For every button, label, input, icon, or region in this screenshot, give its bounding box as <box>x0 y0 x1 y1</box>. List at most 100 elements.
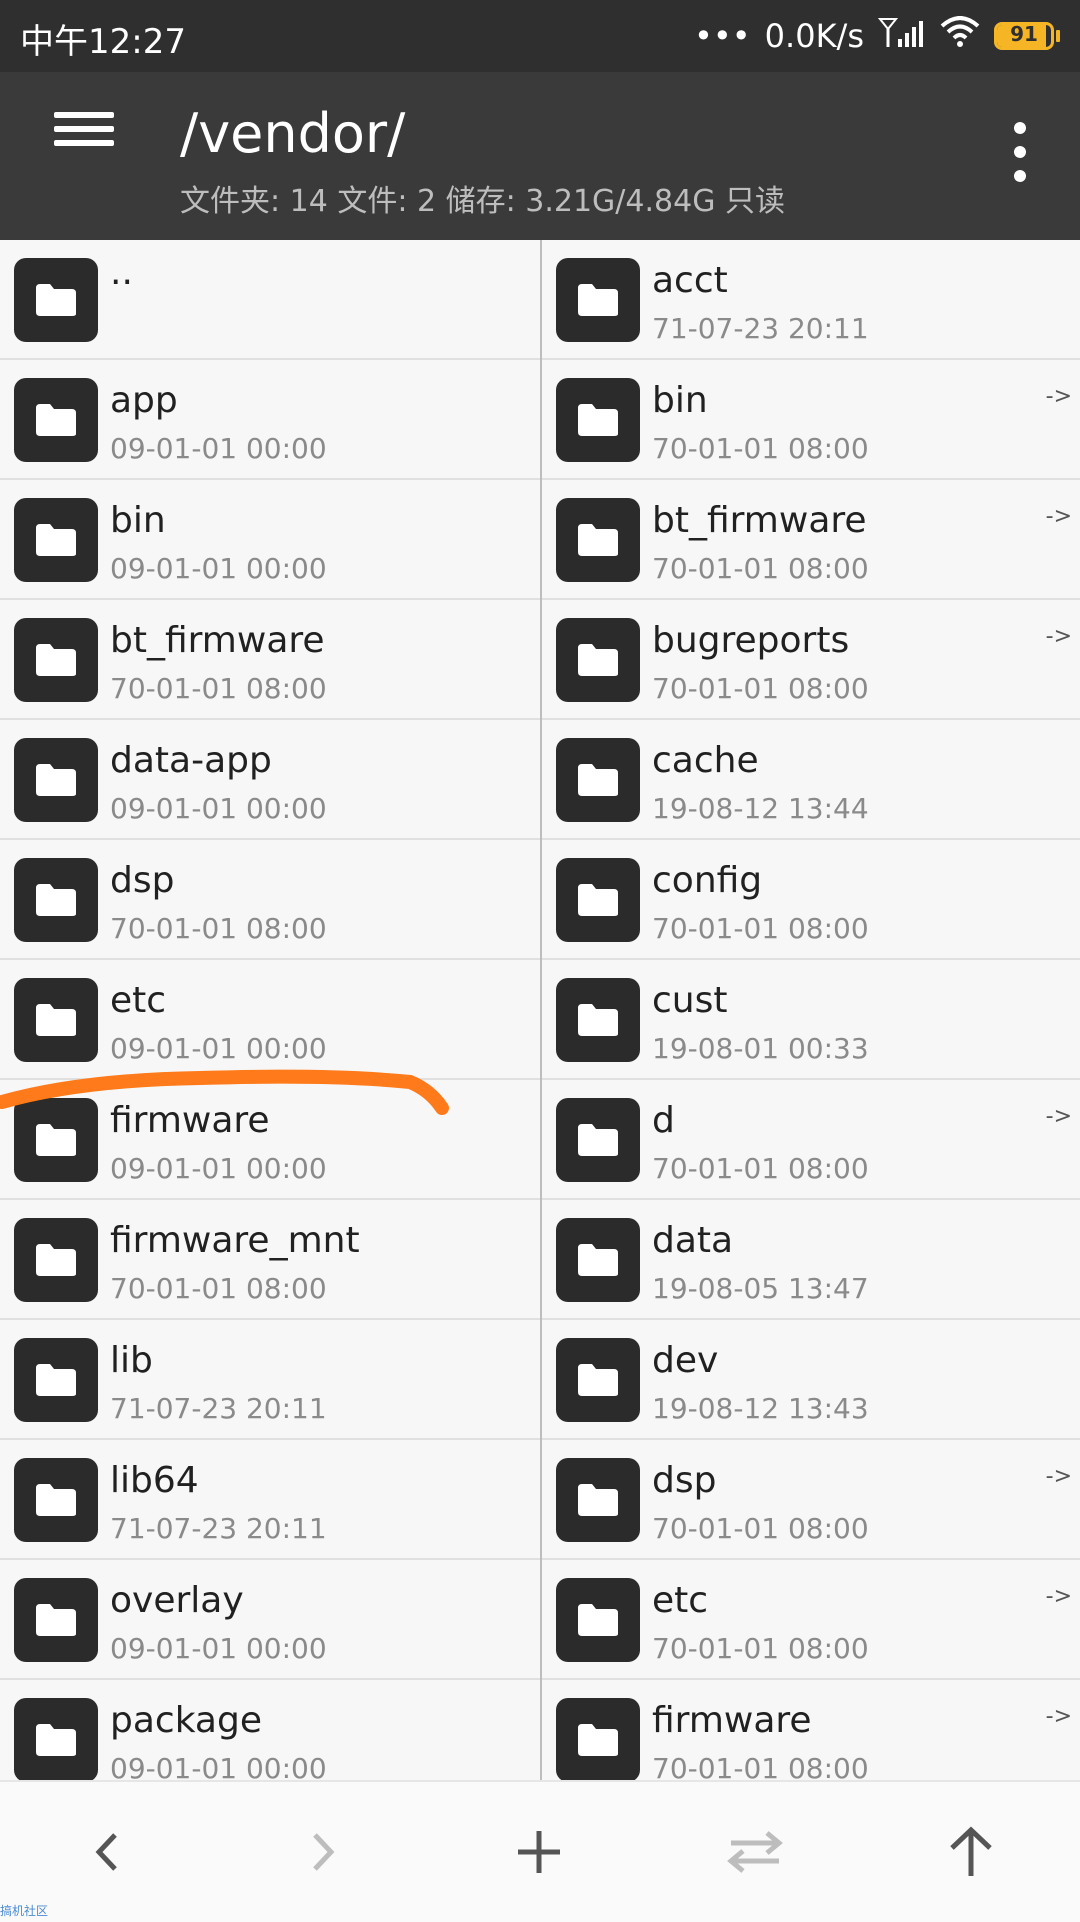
file-name: lib <box>110 1340 153 1381</box>
file-name: data <box>652 1220 734 1261</box>
swap-icon <box>727 1831 783 1873</box>
signal-icon <box>877 15 926 57</box>
file-row[interactable]: dsp 70-01-01 08:00 -> <box>542 1440 1080 1560</box>
back-button[interactable] <box>62 1812 152 1892</box>
folder-icon <box>556 618 640 702</box>
up-button[interactable] <box>926 1812 1016 1892</box>
folder-icon <box>14 618 98 702</box>
folder-icon <box>14 738 98 822</box>
menu-button[interactable] <box>40 112 130 192</box>
wifi-icon <box>940 16 980 56</box>
status-bar: 中午12:27 ••• 0.0K/s 91 <box>0 0 1080 72</box>
file-row[interactable]: lib64 71-07-23 20:11 <box>0 1440 540 1560</box>
folder-icon <box>14 1218 98 1302</box>
folder-icon <box>556 1698 640 1780</box>
file-name: acct <box>652 260 728 301</box>
file-row[interactable]: cache 19-08-12 13:44 <box>542 720 1080 840</box>
symlink-indicator: -> <box>1045 1464 1072 1489</box>
symlink-indicator: -> <box>1045 1704 1072 1729</box>
file-row[interactable]: bt_firmware 70-01-01 08:00 -> <box>542 480 1080 600</box>
file-row[interactable]: cust 19-08-01 00:33 <box>542 960 1080 1080</box>
file-date: 09-01-01 00:00 <box>110 552 327 585</box>
file-row[interactable]: overlay 09-01-01 00:00 <box>0 1560 540 1680</box>
file-row[interactable]: etc 09-01-01 00:00 <box>0 960 540 1080</box>
file-date: 09-01-01 00:00 <box>110 1752 327 1780</box>
file-row[interactable]: data 19-08-05 13:47 <box>542 1200 1080 1320</box>
folder-icon <box>14 1098 98 1182</box>
file-row[interactable]: bt_firmware 70-01-01 08:00 <box>0 600 540 720</box>
more-dots-icon: ••• <box>694 17 751 55</box>
file-date: 71-07-23 20:11 <box>110 1392 327 1425</box>
file-row[interactable]: bugreports 70-01-01 08:00 -> <box>542 600 1080 720</box>
symlink-indicator: -> <box>1045 384 1072 409</box>
more-options-button[interactable] <box>1000 122 1040 182</box>
file-name: d <box>652 1100 675 1141</box>
battery-icon: 91 <box>994 22 1060 50</box>
file-row[interactable]: firmware 09-01-01 00:00 <box>0 1080 540 1200</box>
file-date: 09-01-01 00:00 <box>110 792 327 825</box>
file-date: 70-01-01 08:00 <box>652 1632 869 1665</box>
left-file-pane[interactable]: .. app 09-01-01 00:00 bin 09-01-01 00:00 bt_f… <box>0 240 540 1780</box>
folder-icon <box>556 378 640 462</box>
file-name: bin <box>110 500 166 541</box>
folder-icon <box>14 858 98 942</box>
file-date: 09-01-01 00:00 <box>110 1032 327 1065</box>
forward-icon <box>313 1833 335 1871</box>
file-row[interactable]: config 70-01-01 08:00 <box>542 840 1080 960</box>
file-name: bugreports <box>652 620 850 661</box>
folder-icon <box>556 258 640 342</box>
back-icon <box>95 1833 117 1871</box>
file-name: cache <box>652 740 759 781</box>
file-name: cust <box>652 980 728 1021</box>
file-date: 70-01-01 08:00 <box>110 672 327 705</box>
file-name: bt_firmware <box>110 620 325 661</box>
file-date: 71-07-23 20:11 <box>652 312 869 345</box>
file-date: 70-01-01 08:00 <box>110 1272 327 1305</box>
folder-icon <box>556 1098 640 1182</box>
file-row[interactable]: firmware_mnt 70-01-01 08:00 <box>0 1200 540 1320</box>
file-row[interactable]: acct 71-07-23 20:11 <box>542 240 1080 360</box>
file-date: 71-07-23 20:11 <box>110 1512 327 1545</box>
file-row[interactable]: data-app 09-01-01 00:00 <box>0 720 540 840</box>
file-row[interactable]: lib 71-07-23 20:11 <box>0 1320 540 1440</box>
file-row[interactable]: etc 70-01-01 08:00 -> <box>542 1560 1080 1680</box>
add-button[interactable] <box>494 1812 584 1892</box>
folder-icon <box>14 1578 98 1662</box>
symlink-indicator: -> <box>1045 624 1072 649</box>
folder-icon <box>556 738 640 822</box>
folder-icon <box>14 378 98 462</box>
file-row[interactable]: dsp 70-01-01 08:00 <box>0 840 540 960</box>
file-name: .. <box>110 252 133 293</box>
file-date: 19-08-12 13:43 <box>652 1392 869 1425</box>
file-name: config <box>652 860 763 901</box>
file-row[interactable]: bin 70-01-01 08:00 -> <box>542 360 1080 480</box>
file-row[interactable]: package 09-01-01 00:00 <box>0 1680 540 1780</box>
app-bar: /vendor/ 文件夹: 14 文件: 2 储存: 3.21G/4.84G 只… <box>0 72 1080 240</box>
file-row[interactable]: d 70-01-01 08:00 -> <box>542 1080 1080 1200</box>
file-row[interactable]: .. <box>0 240 540 360</box>
file-row[interactable]: bin 09-01-01 00:00 <box>0 480 540 600</box>
file-row[interactable]: app 09-01-01 00:00 <box>0 360 540 480</box>
file-row[interactable]: dev 19-08-12 13:43 <box>542 1320 1080 1440</box>
bottom-toolbar <box>0 1780 1080 1922</box>
file-date: 09-01-01 00:00 <box>110 432 327 465</box>
network-speed: 0.0K/s <box>764 17 864 55</box>
up-icon <box>950 1826 992 1876</box>
file-name: dsp <box>110 860 175 901</box>
right-file-pane[interactable]: acct 71-07-23 20:11 bin 70-01-01 08:00 -> bt_… <box>542 240 1080 1780</box>
folder-icon <box>556 978 640 1062</box>
file-name: data-app <box>110 740 272 781</box>
file-row[interactable]: firmware 70-01-01 08:00 -> <box>542 1680 1080 1780</box>
forward-button[interactable] <box>278 1812 368 1892</box>
file-name: etc <box>652 1580 709 1621</box>
file-date: 19-08-12 13:44 <box>652 792 869 825</box>
file-name: bin <box>652 380 708 421</box>
status-time: 中午12:27 <box>20 22 186 62</box>
swap-panes-button[interactable] <box>710 1812 800 1892</box>
file-name: dev <box>652 1340 719 1381</box>
file-date: 70-01-01 08:00 <box>652 1512 869 1545</box>
file-date: 70-01-01 08:00 <box>652 1152 869 1185</box>
folder-icon <box>556 1578 640 1662</box>
folder-icon <box>556 498 640 582</box>
path-title: /vendor/ <box>180 102 406 165</box>
